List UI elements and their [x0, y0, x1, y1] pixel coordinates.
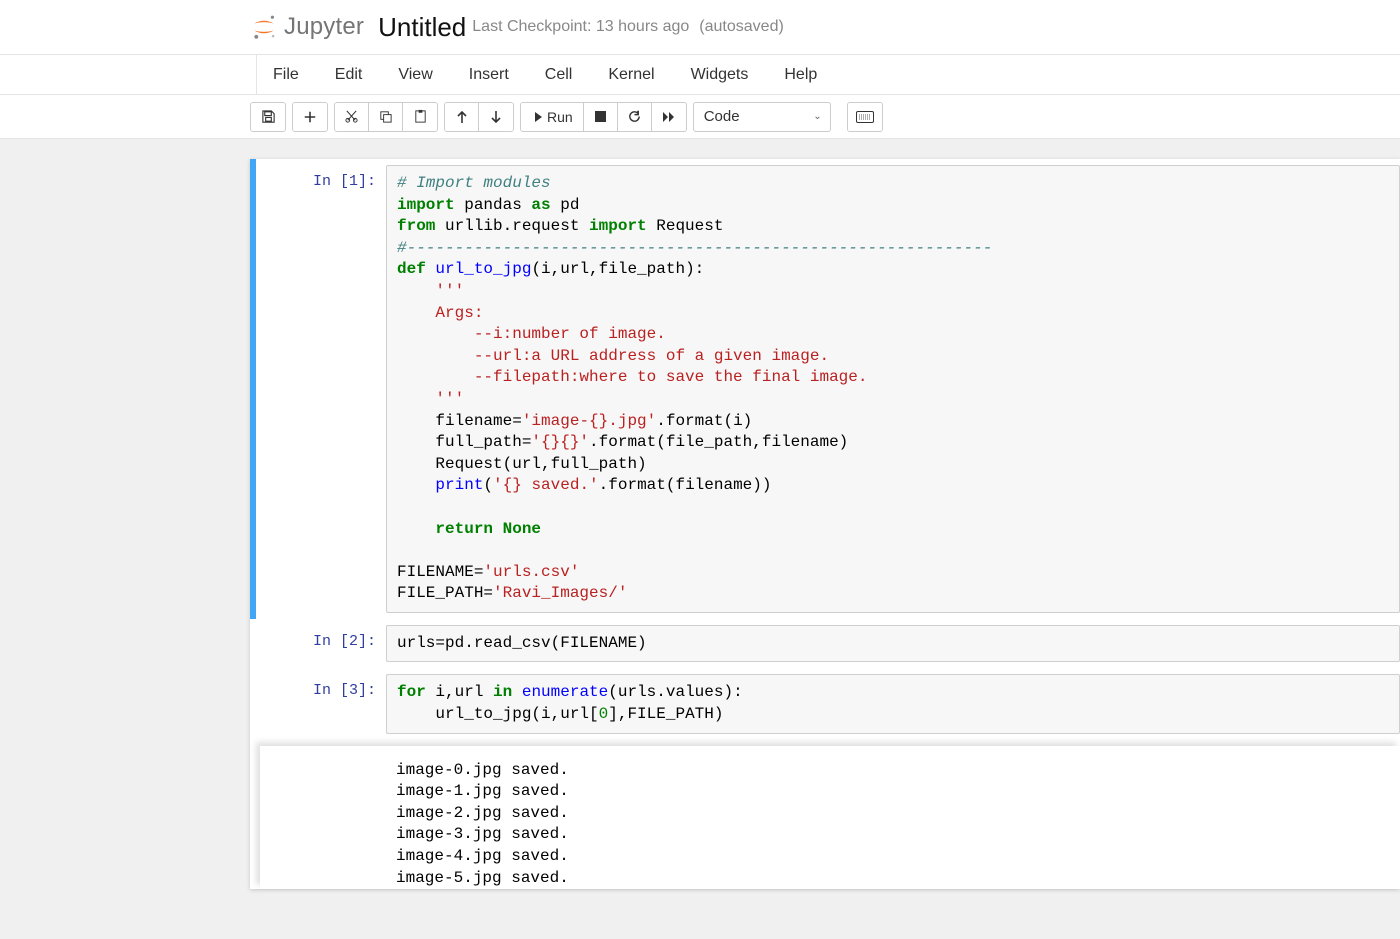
output-area: . image-0.jpg saved. image-1.jpg saved. …: [260, 754, 1400, 890]
arrow-up-icon: [456, 110, 468, 124]
toolbar: Run Code ⌄: [0, 95, 1400, 139]
save-icon: [261, 109, 276, 124]
jupyter-icon: [250, 13, 278, 41]
menu-cell[interactable]: Cell: [527, 66, 591, 84]
cell-type-value: Code: [704, 108, 740, 125]
menu-insert[interactable]: Insert: [451, 66, 527, 84]
output-text: image-0.jpg saved. image-1.jpg saved. im…: [396, 760, 1400, 890]
menu-bar: File Edit View Insert Cell Kernel Widget…: [0, 55, 1400, 95]
notebook-header: Jupyter Untitled Last Checkpoint: 13 hou…: [0, 0, 1400, 55]
move-down-button[interactable]: [479, 103, 513, 131]
code-cell-1[interactable]: In [1]: # Import modules import pandas a…: [250, 159, 1400, 619]
code-editor[interactable]: for i,url in enumerate(urls.values): url…: [386, 674, 1400, 733]
run-icon: [531, 111, 543, 123]
cell-prompt: In [2]:: [256, 625, 386, 663]
restart-button[interactable]: [618, 103, 652, 131]
restart-run-all-button[interactable]: [652, 103, 686, 131]
cut-button[interactable]: [335, 103, 369, 131]
save-button[interactable]: [251, 103, 285, 131]
run-button[interactable]: Run: [521, 103, 584, 131]
menu-edit[interactable]: Edit: [317, 66, 381, 84]
notebook-container: In [1]: # Import modules import pandas a…: [0, 139, 1400, 939]
copy-icon: [378, 109, 393, 124]
cut-icon: [344, 109, 359, 124]
plus-icon: [303, 110, 317, 124]
code-cell-3[interactable]: In [3]: for i,url in enumerate(urls.valu…: [250, 668, 1400, 739]
code-cell-2[interactable]: In [2]: urls=pd.read_csv(FILENAME): [250, 619, 1400, 669]
run-label: Run: [547, 109, 573, 125]
chevron-down-icon: ⌄: [813, 111, 821, 122]
arrow-down-icon: [490, 110, 502, 124]
copy-button[interactable]: [369, 103, 403, 131]
menu-help[interactable]: Help: [766, 66, 835, 84]
menu-view[interactable]: View: [380, 66, 450, 84]
autosave-status: (autosaved): [699, 18, 784, 36]
menu-widgets[interactable]: Widgets: [673, 66, 767, 84]
code-editor[interactable]: urls=pd.read_csv(FILENAME): [386, 625, 1400, 663]
cell-prompt: In [3]:: [256, 674, 386, 733]
fast-forward-icon: [662, 111, 676, 123]
restart-icon: [627, 109, 642, 124]
keyboard-icon: [856, 111, 874, 123]
cell-prompt: In [1]:: [256, 165, 386, 613]
move-up-button[interactable]: [445, 103, 479, 131]
jupyter-logo-text: Jupyter: [284, 13, 364, 41]
menu-kernel[interactable]: Kernel: [590, 66, 672, 84]
checkpoint-status: Last Checkpoint: 13 hours ago: [472, 18, 689, 36]
add-cell-button[interactable]: [293, 103, 327, 131]
stop-icon: [595, 111, 606, 122]
menu-file[interactable]: File: [257, 66, 317, 84]
paste-button[interactable]: [403, 103, 437, 131]
notebook-title[interactable]: Untitled: [378, 12, 466, 43]
interrupt-button[interactable]: [584, 103, 618, 131]
jupyter-logo[interactable]: Jupyter: [250, 13, 364, 41]
paste-icon: [413, 109, 428, 124]
code-editor[interactable]: # Import modules import pandas as pd fro…: [386, 165, 1400, 613]
cell-type-select[interactable]: Code ⌄: [693, 102, 831, 132]
command-palette-button[interactable]: [848, 103, 882, 131]
